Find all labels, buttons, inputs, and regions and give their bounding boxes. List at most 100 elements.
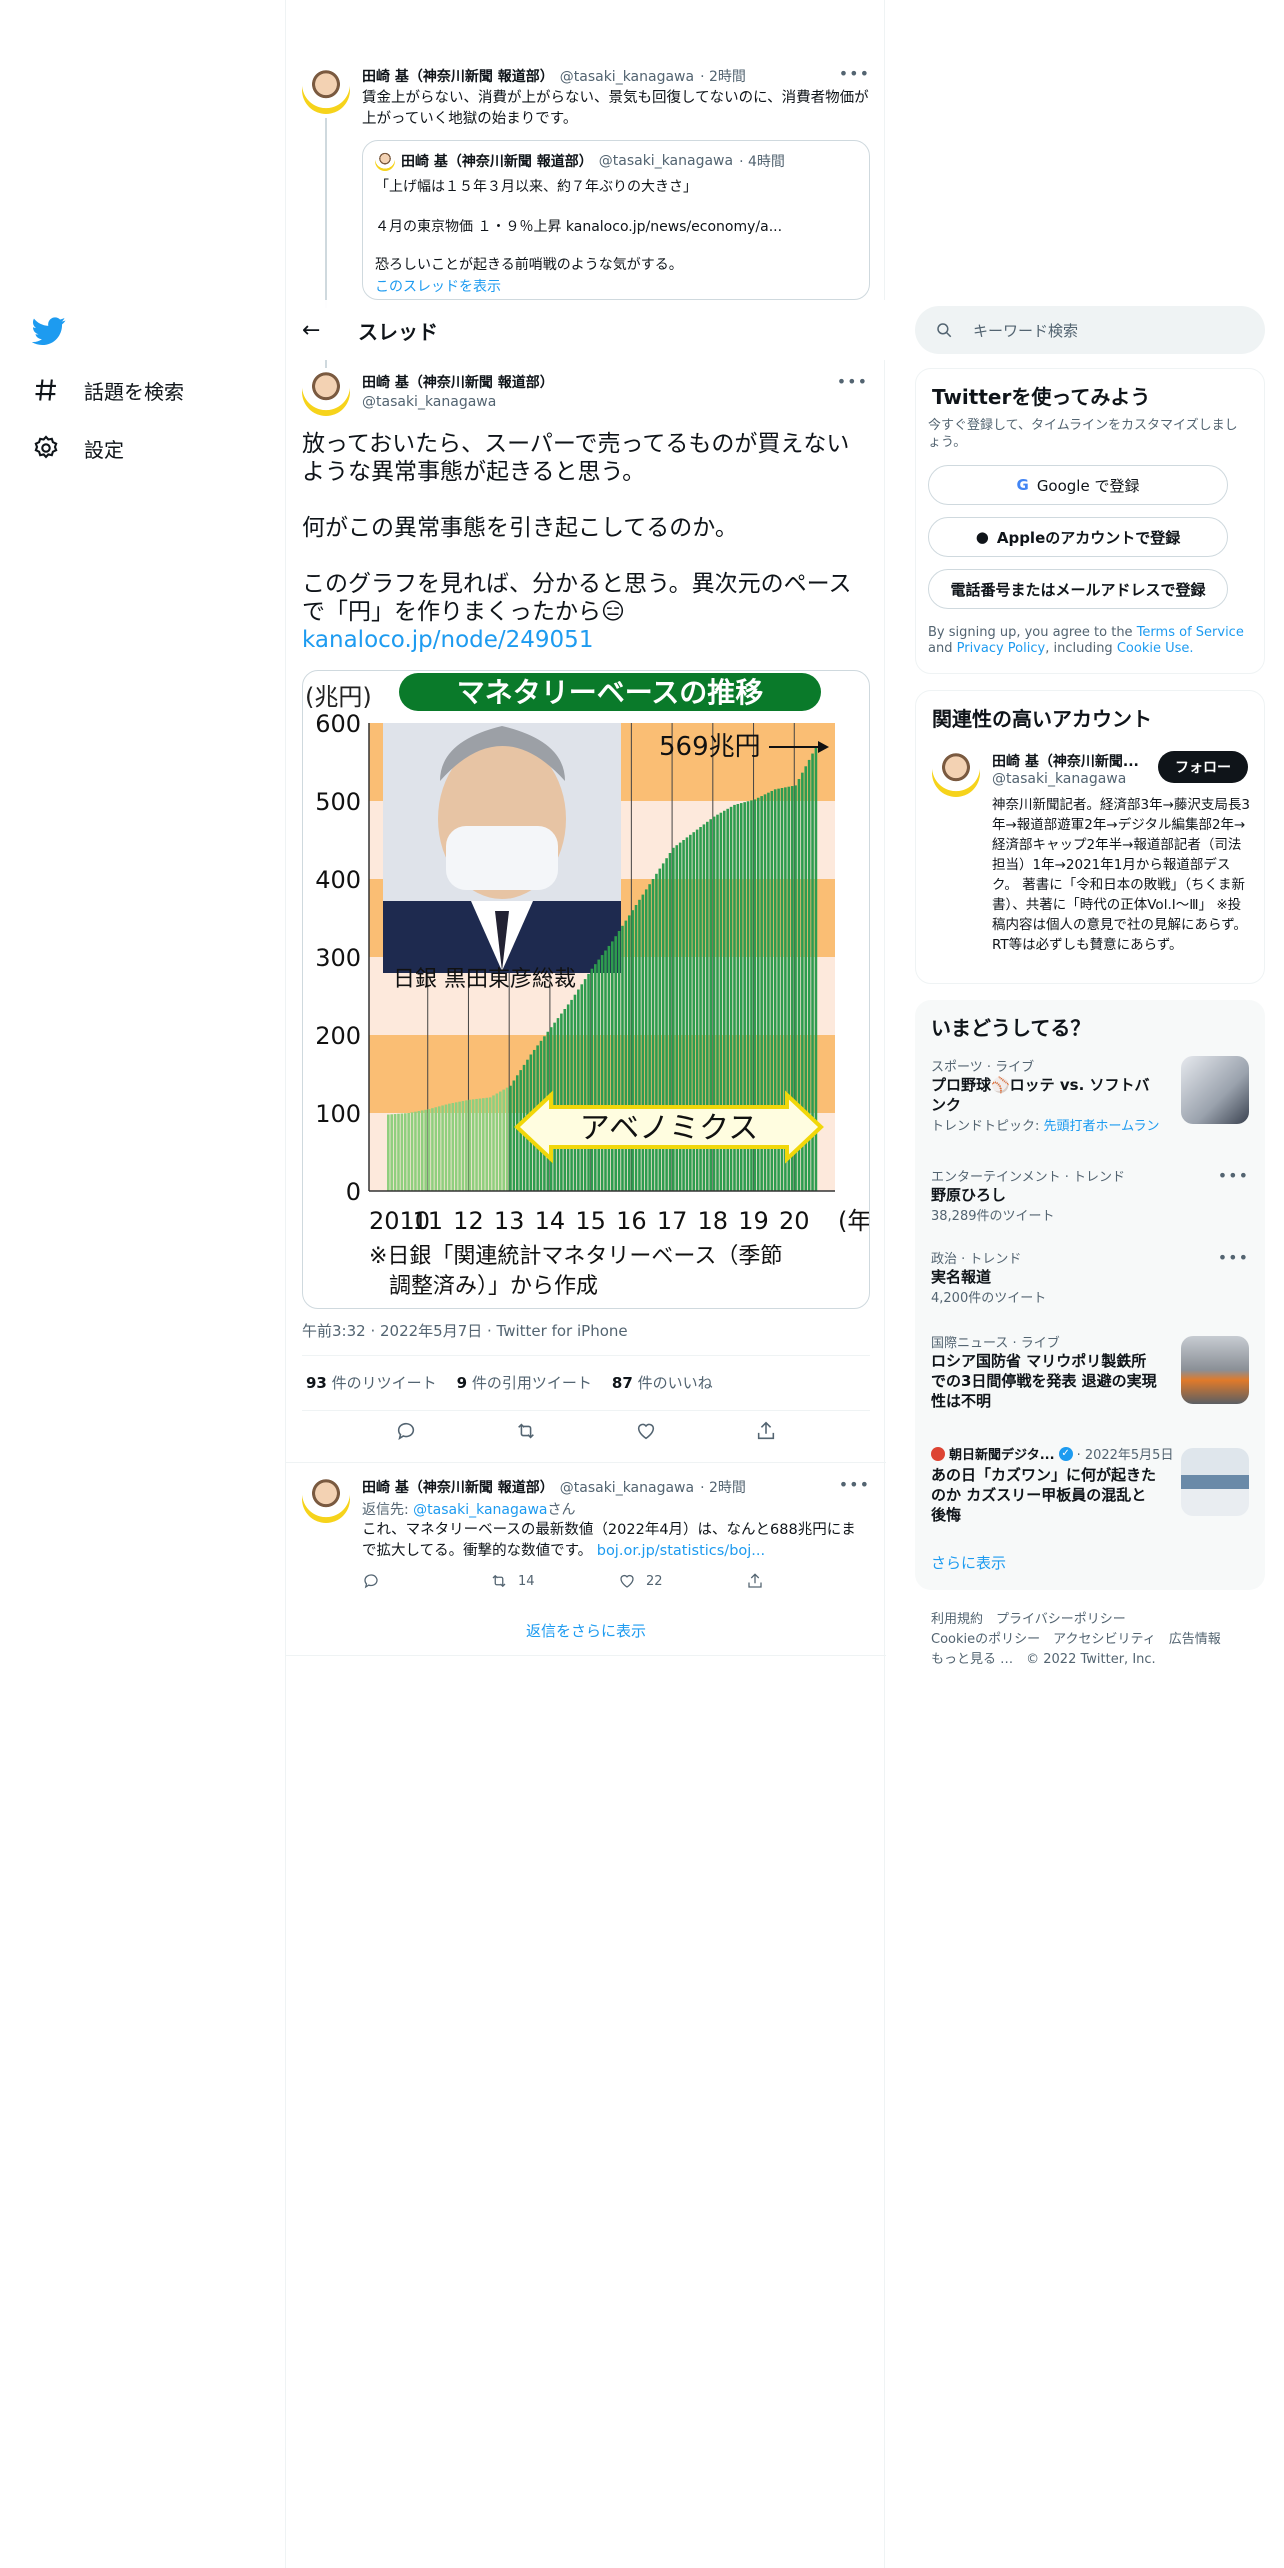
quote-tweet[interactable]: 田崎 基（神奈川新聞 報道部） @tasaki_kanagawa · 4時間 「… — [362, 140, 870, 300]
reply-button[interactable] — [362, 1572, 490, 1590]
search-placeholder: キーワード検索 — [973, 321, 1079, 340]
trend-item[interactable]: エンターテインメント · トレンド 野原ひろし 38,289件のツイート — [931, 1166, 1249, 1224]
news-source-icon — [931, 1446, 945, 1461]
trend-topic-link[interactable]: 先頭打者ホームラン — [1044, 1119, 1160, 1134]
share-button[interactable] — [746, 1572, 874, 1590]
more-icon[interactable]: ••• — [839, 1475, 870, 1494]
trends-show-more[interactable]: さらに表示 — [931, 1552, 1006, 1573]
tweet-paragraph: 何がこの異常事態を引き起こしてるのか。 — [302, 515, 738, 541]
chart-x-unit: (年) — [838, 1207, 870, 1235]
footer-links: 利用規約 プライバシーポリシー Cookieのポリシー アクセシビリティ 広告情… — [931, 1610, 1261, 1670]
chart-y-tick-label: 300 — [315, 944, 361, 972]
chart-bar — [607, 945, 611, 1191]
parent-tweet[interactable]: 田崎 基（神奈川新聞 報道部） @tasaki_kanagawa · 2時間 •… — [286, 60, 886, 308]
nav-explore[interactable]: 話題を検索 — [32, 370, 184, 410]
like-button[interactable]: 22 — [618, 1572, 746, 1590]
chart-bar — [414, 1111, 417, 1191]
chart-bar — [492, 1095, 495, 1191]
show-more-replies[interactable]: 返信をさらに表示 — [286, 1606, 886, 1656]
chart-bar — [502, 1089, 505, 1191]
author-name[interactable]: 田崎 基（神奈川新聞 報道部） — [362, 66, 554, 86]
author-handle[interactable]: @tasaki_kanagawa — [560, 1480, 694, 1496]
chart-bar — [482, 1098, 485, 1191]
footer-line[interactable]: もっと見る … © 2022 Twitter, Inc. — [931, 1650, 1261, 1670]
phone-signup-button[interactable]: 電話番号またはメールアドレスで登録 — [928, 569, 1228, 609]
more-icon[interactable]: ••• — [839, 64, 870, 83]
chart-x-tick-label: 18 — [698, 1207, 729, 1235]
divider — [302, 1410, 870, 1411]
retweet-count[interactable]: 93 件のリツイート — [306, 1372, 437, 1393]
related-bio: 神奈川新聞記者。経済部3年→藤沢支局長3年→報道部遊軍2年→デジタル編集部2年→… — [992, 797, 1250, 953]
chart-x-tick-label: 13 — [494, 1207, 525, 1235]
share-icon[interactable] — [755, 1420, 777, 1442]
chart-bar — [387, 1114, 390, 1191]
tweet-time[interactable]: · 2時間 — [700, 66, 746, 86]
thread-title: スレッド — [358, 319, 438, 344]
quote-line-1: 「上げ幅は１５年３月以来、約７年ぶりの大きさ」 — [375, 179, 697, 195]
footer-line[interactable]: 利用規約 プライバシーポリシー — [931, 1610, 1261, 1630]
thread-connector — [325, 360, 327, 368]
tweet-paragraph: 放っておいたら、スーパーで売ってるものが買えないような異常事態が起きると思う。 — [302, 431, 850, 485]
cookie-link[interactable]: Cookie Use. — [1117, 641, 1194, 656]
google-signup-button[interactable]: G Google で登録 — [928, 465, 1228, 505]
reply-icon[interactable] — [395, 1420, 417, 1442]
main-author[interactable]: 田崎 基（神奈川新聞 報道部） @tasaki_kanagawa — [362, 372, 554, 410]
related-name[interactable]: 田崎 基（神奈川新聞... — [992, 751, 1152, 771]
apple-icon: ● — [975, 528, 989, 546]
chart-bar — [393, 1114, 397, 1191]
twitter-logo-icon[interactable] — [32, 314, 66, 348]
tweet-media-chart[interactable]: マネタリーベースの推移 (兆円) 日銀 黒田東彦総裁 600 500 400 300 2… — [302, 670, 870, 1309]
retweet-button[interactable]: 14 — [490, 1572, 618, 1590]
chart-callout-label: 569兆円 — [659, 732, 761, 762]
avatar[interactable] — [932, 749, 980, 797]
reply-link[interactable]: boj.or.jp/statistics/boj... — [597, 1543, 765, 1559]
more-icon[interactable]: ••• — [1218, 1248, 1249, 1267]
author-handle[interactable]: @tasaki_kanagawa — [362, 394, 554, 410]
privacy-link[interactable]: Privacy Policy — [957, 641, 1046, 656]
follow-button[interactable]: フォロー — [1158, 751, 1248, 783]
reply-to-handle[interactable]: @tasaki_kanagawa — [413, 1502, 547, 1518]
trends-title: いまどうしてる？ — [931, 1016, 1091, 1040]
author-name[interactable]: 田崎 基（神奈川新聞 報道部） — [362, 372, 554, 392]
tweet-meta[interactable]: 午前3:32 · 2022年5月7日 · Twitter for iPhone — [302, 1320, 628, 1341]
quote-avatar — [375, 151, 395, 171]
avatar[interactable] — [302, 1475, 350, 1523]
retweet-icon — [492, 1574, 506, 1588]
tweet-time[interactable]: · 2時間 — [700, 1477, 746, 1497]
chart-bar — [488, 1097, 492, 1191]
apple-signup-button[interactable]: ● Appleのアカウントで登録 — [928, 517, 1228, 557]
more-icon[interactable]: ••• — [1218, 1166, 1249, 1185]
author-handle[interactable]: @tasaki_kanagawa — [560, 69, 694, 85]
chart-bar — [400, 1113, 404, 1191]
nav-settings[interactable]: 設定 — [32, 428, 124, 468]
more-icon[interactable]: ••• — [837, 372, 868, 391]
author-name[interactable]: 田崎 基（神奈川新聞 報道部） — [362, 1477, 554, 1497]
chart-bar — [587, 973, 590, 1191]
divider — [286, 1462, 886, 1463]
terms-link[interactable]: Terms of Service — [1137, 625, 1244, 640]
chart-bar — [485, 1097, 489, 1191]
like-icon[interactable] — [635, 1420, 657, 1442]
chart-bar — [566, 1004, 570, 1191]
back-arrow-icon[interactable]: ← — [302, 318, 322, 343]
chart-bar — [573, 994, 577, 1191]
abenomics-label: アベノミクス — [580, 1111, 759, 1146]
search-input[interactable]: キーワード検索 — [915, 306, 1265, 354]
avatar[interactable] — [302, 368, 350, 416]
avatar[interactable] — [302, 66, 350, 114]
chart-y-tick-label: 0 — [346, 1178, 361, 1206]
retweet-icon[interactable] — [515, 1420, 537, 1442]
quote-author-handle: @tasaki_kanagawa — [598, 153, 734, 169]
trend-item[interactable]: 政治 · トレンド 実名報道 4,200件のツイート — [931, 1248, 1249, 1306]
related-handle[interactable]: @tasaki_kanagawa — [992, 771, 1152, 787]
footer-line[interactable]: Cookieのポリシー アクセシビリティ 広告情報 — [931, 1630, 1261, 1650]
trend-thumbnail[interactable] — [1181, 1056, 1249, 1124]
show-thread-link[interactable]: このスレッドを表示 — [375, 277, 501, 297]
chart-bar — [509, 1085, 512, 1191]
trend-thumbnail[interactable] — [1181, 1448, 1249, 1516]
quote-count[interactable]: 9 件の引用ツイート — [457, 1372, 592, 1393]
tweet-link[interactable]: kanaloco.jp/node/249051 — [302, 626, 870, 654]
trend-thumbnail[interactable] — [1181, 1336, 1249, 1404]
like-count[interactable]: 87 件のいいね — [612, 1372, 713, 1393]
chart-bar — [583, 979, 587, 1191]
